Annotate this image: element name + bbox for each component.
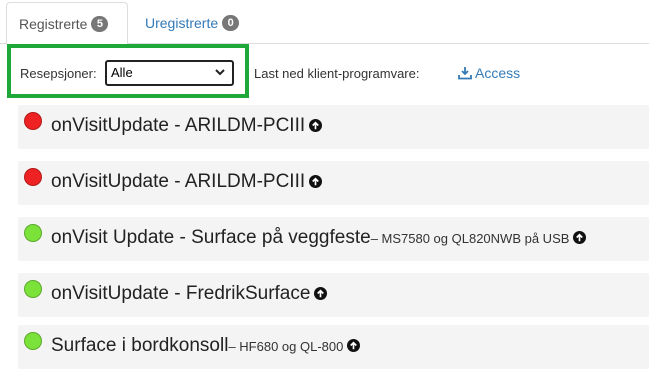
- arrow-up-circle-icon[interactable]: [309, 119, 323, 132]
- tab-label: Uregistrerte: [145, 15, 219, 31]
- arrow-up-circle-icon[interactable]: [309, 175, 323, 188]
- filter-row: Resepsjoner: Alle Last ned klient-progra…: [0, 44, 649, 100]
- device-subtitle: – HF680 og QL-800: [228, 339, 344, 354]
- count-badge: 5: [91, 15, 109, 32]
- reception-select[interactable]: Alle: [105, 60, 234, 86]
- access-download-link[interactable]: Access: [458, 65, 520, 81]
- tab-uregistrerte[interactable]: Uregistrerte 0: [133, 2, 251, 44]
- device-title: onVisitUpdate - FredrikSurface: [51, 283, 311, 304]
- tab-label: Registrerte: [19, 15, 88, 32]
- download-icon: [458, 67, 472, 80]
- device-title: onVisit Update - Surface på veggfeste: [51, 227, 371, 248]
- arrow-up-circle-icon[interactable]: [314, 287, 328, 300]
- device-title: onVisitUpdate - ARILDM-PCIII: [51, 171, 306, 192]
- list-item[interactable]: onVisitUpdate - ARILDM-PCIII: [18, 105, 649, 149]
- list-item[interactable]: onVisitUpdate - FredrikSurface: [18, 273, 649, 317]
- access-label: Access: [475, 65, 521, 81]
- list-item[interactable]: Surface i bordkonsoll – HF680 og QL-800: [18, 325, 649, 369]
- device-subtitle: – MS7580 og QL820NWB på USB: [370, 231, 570, 246]
- device-title: Surface i bordkonsoll: [51, 335, 229, 356]
- status-indicator: [24, 332, 42, 350]
- list-item[interactable]: onVisitUpdate - ARILDM-PCIII: [18, 161, 649, 205]
- list-item[interactable]: onVisit Update - Surface på veggfeste – …: [18, 217, 649, 261]
- status-indicator: [24, 168, 42, 186]
- device-title: onVisitUpdate - ARILDM-PCIII: [51, 115, 306, 136]
- count-badge: 0: [222, 15, 240, 31]
- arrow-up-circle-icon[interactable]: [573, 231, 587, 244]
- download-label: Last ned klient-programvare:: [254, 66, 420, 81]
- reception-label: Resepsjoner:: [20, 66, 97, 81]
- status-indicator: [24, 112, 42, 130]
- tab-bar: Registrerte 5 Uregistrerte 0: [0, 0, 649, 45]
- select-value: Alle: [111, 65, 133, 80]
- tab-registrerte[interactable]: Registrerte 5: [6, 2, 128, 45]
- arrow-up-circle-icon[interactable]: [347, 339, 361, 352]
- chevron-down-icon: [215, 69, 225, 76]
- status-indicator: [24, 280, 42, 298]
- status-indicator: [24, 224, 42, 242]
